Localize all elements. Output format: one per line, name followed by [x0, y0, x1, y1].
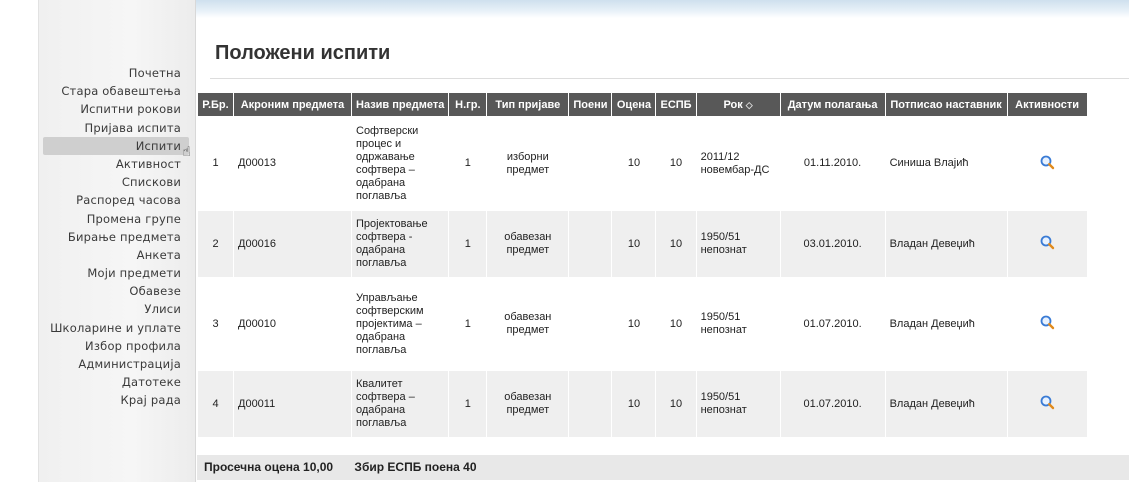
cell-rbr: 4: [197, 370, 234, 438]
average-grade: Просечна оцена 10,00: [204, 460, 334, 474]
cell-acronym: Д00013: [233, 116, 352, 211]
col-acronym[interactable]: Акроним предмета: [233, 92, 352, 117]
col-espb[interactable]: ЕСПБ: [655, 92, 697, 117]
sidebar-item-exams[interactable]: Испити ☝: [43, 136, 191, 160]
sidebar-item-profile-selection[interactable]: Избор профила: [0, 337, 189, 355]
cell-ngr: 1: [448, 210, 488, 278]
col-points[interactable]: Поени: [568, 92, 613, 117]
cell-acronym: Д00010: [233, 277, 352, 371]
sidebar-item-survey[interactable]: Анкета: [0, 246, 189, 264]
cell-term: 1950/51 непознат: [695, 370, 781, 438]
cell-name: Управљање софтверским пројектима – одабр…: [350, 277, 450, 371]
sidebar-item-my-courses[interactable]: Моји предмети: [0, 264, 189, 282]
cell-term: 1950/51 непознат: [695, 210, 781, 278]
sidebar-item-obligations[interactable]: Обавезе: [0, 282, 189, 300]
cell-term: 1950/51 непознат: [695, 277, 781, 371]
cell-acronym: Д00016: [233, 210, 352, 278]
cell-grade: 10: [611, 116, 657, 211]
cell-actions: [1006, 210, 1088, 278]
cell-grade: 10: [611, 277, 657, 371]
sidebar-item-schedule[interactable]: Распоред часова: [0, 191, 189, 209]
cell-name: Софтверски процес и одржавање софтвера –…: [350, 116, 450, 211]
cell-ngr: 1: [448, 370, 488, 438]
table-row: 3 Д00010 Управљање софтверским пројектим…: [197, 277, 1088, 371]
cell-teacher: Владан Девеџић: [884, 277, 1008, 371]
cell-ngr: 1: [448, 277, 488, 371]
magnifier-icon[interactable]: [1039, 394, 1055, 410]
col-teacher[interactable]: Потписао наставник: [884, 92, 1008, 117]
page-title: Положени испити: [215, 42, 391, 64]
table-row: 2 Д00016 Пројектовање софтвера - одабран…: [197, 210, 1088, 278]
cell-ngr: 1: [448, 116, 488, 211]
cell-rbr: 1: [197, 116, 234, 211]
cell-name: Квалитет софтвера – одабрана поглавља: [350, 370, 450, 438]
sidebar: Почетна Стара обавештења Испитни рокови …: [0, 0, 196, 482]
sidebar-item-exam-terms[interactable]: Испитни рокови: [0, 100, 189, 118]
magnifier-icon[interactable]: [1039, 154, 1055, 170]
cell-teacher: Владан Девеџић: [884, 210, 1008, 278]
cell-points: [568, 277, 613, 371]
col-grade[interactable]: Оцена: [611, 92, 657, 117]
sidebar-item-files[interactable]: Датотеке: [0, 373, 189, 391]
table-summary-footer: Просечна оцена 10,00 Збир ЕСПБ поена 40: [197, 455, 1129, 480]
cell-type: обавезан предмет: [486, 210, 570, 278]
cell-date: 01.11.2010.: [779, 116, 886, 211]
sidebar-item-logout[interactable]: Крај рада: [0, 391, 189, 409]
sidebar-item-tuition-payments[interactable]: Школарине и уплате: [0, 319, 189, 337]
cell-acronym: Д00011: [233, 370, 352, 438]
cell-type: обавезан предмет: [486, 370, 570, 438]
cell-teacher: Владан Девеџић: [884, 370, 1008, 438]
sidebar-item-administration[interactable]: Администрација: [0, 355, 189, 373]
magnifier-icon[interactable]: [1039, 234, 1055, 250]
cell-espb: 10: [655, 370, 697, 438]
table-header-row: Р.Бр. Акроним предмета Назив предмета Н.…: [197, 92, 1088, 117]
cell-teacher: Синиша Влајић: [884, 116, 1008, 211]
top-header-strip: [196, 0, 1129, 18]
col-ngr[interactable]: Н.гр.: [448, 92, 488, 117]
cell-type: изборни предмет: [486, 116, 570, 211]
col-actions[interactable]: Активности: [1006, 92, 1088, 117]
cell-espb: 10: [655, 277, 697, 371]
table-row: 1 Д00013 Софтверски процес и одржавање с…: [197, 116, 1088, 211]
cell-points: [568, 370, 613, 438]
magnifier-icon[interactable]: [1039, 314, 1055, 330]
sidebar-item-enrollments[interactable]: Улиси: [0, 300, 189, 318]
col-rbr[interactable]: Р.Бр.: [197, 92, 234, 117]
cell-espb: 10: [655, 210, 697, 278]
cell-points: [568, 210, 613, 278]
passed-exams-table: Р.Бр. Акроним предмета Назив предмета Н.…: [197, 92, 1088, 438]
sort-arrow-icon[interactable]: ◇: [746, 100, 753, 110]
sidebar-item-lists[interactable]: Спискови: [0, 173, 189, 191]
sidebar-nav: Почетна Стара обавештења Испитни рокови …: [0, 64, 191, 410]
cell-date: 03.01.2010.: [779, 210, 886, 278]
espb-total: Збир ЕСПБ поена 40: [354, 460, 477, 474]
table-row: 4 Д00011 Квалитет софтвера – одабрана по…: [197, 370, 1088, 438]
title-divider: [210, 78, 1129, 79]
col-term[interactable]: Рок ◇: [695, 92, 781, 117]
cell-actions: [1006, 370, 1088, 438]
cell-espb: 10: [655, 116, 697, 211]
sidebar-item-course-selection[interactable]: Бирање предмета: [0, 228, 189, 246]
cell-grade: 10: [611, 210, 657, 278]
cell-date: 01.07.2010.: [779, 370, 886, 438]
sidebar-item-home[interactable]: Почетна: [0, 64, 189, 82]
cell-type: обавезан предмет: [486, 277, 570, 371]
cell-rbr: 2: [197, 210, 234, 278]
sidebar-item-old-notices[interactable]: Стара обавештења: [0, 82, 189, 100]
col-name[interactable]: Назив предмета: [350, 92, 450, 117]
sidebar-item-exam-registration[interactable]: Пријава испита: [0, 119, 189, 137]
sidebar-item-change-group[interactable]: Промена групе: [0, 210, 189, 228]
sidebar-item-activity[interactable]: Активност: [0, 155, 189, 173]
cell-actions: [1006, 277, 1088, 371]
cell-grade: 10: [611, 370, 657, 438]
cell-actions: [1006, 116, 1088, 211]
col-date[interactable]: Датум полагања: [779, 92, 886, 117]
cell-name: Пројектовање софтвера - одабрана поглављ…: [350, 210, 450, 278]
cell-points: [568, 116, 613, 211]
cell-date: 01.07.2010.: [779, 277, 886, 371]
cell-term: 2011/12 новембар-ДС: [695, 116, 781, 211]
cell-rbr: 3: [197, 277, 234, 371]
col-type[interactable]: Тип пријаве: [486, 92, 570, 117]
